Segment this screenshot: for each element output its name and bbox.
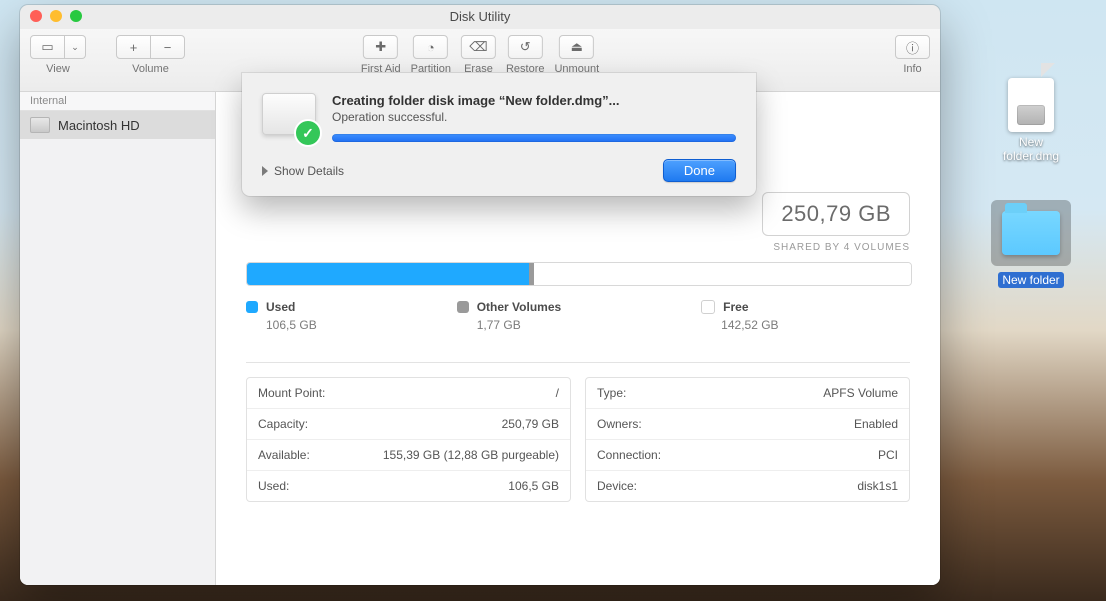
legend-value: 106,5 GB [266,318,317,332]
pie-icon: ◔ [421,38,441,56]
desktop-item-label: New folder.dmg [986,134,1076,164]
info-row: Device:disk1s1 [586,471,909,501]
toolbar-label: Info [903,63,921,75]
drive-icon: ✓ [262,93,318,143]
sidebar-section-header: Internal [20,92,215,111]
info-column-right: Type:APFS Volume Owners:Enabled Connecti… [585,377,910,502]
sidebar-item-macintosh-hd[interactable]: Macintosh HD [20,111,215,139]
sheet-subtitle: Operation successful. [332,110,736,124]
info-row: Mount Point:/ [247,378,570,409]
titlebar[interactable]: Disk Utility [20,5,940,29]
show-details-toggle[interactable]: Show Details [262,164,344,178]
legend-value: 142,52 GB [721,318,778,332]
erase-icon: ⌫ [468,38,488,56]
capacity-box: 250,79 GB [762,192,910,236]
done-button[interactable]: Done [663,159,736,182]
stethoscope-icon: ✚ [371,38,391,56]
info-row: Owners:Enabled [586,409,909,440]
close-icon[interactable] [30,10,42,22]
legend-label: Free [723,300,748,314]
legend-label: Used [266,300,295,314]
usage-segment-used [247,263,529,285]
show-details-label: Show Details [274,164,344,178]
desktop-background: New folder.dmg New folder Disk Utility ▭… [0,0,1106,601]
sidebar: Internal Macintosh HD [20,92,216,585]
info-row: Capacity:250,79 GB [247,409,570,440]
info-row: Connection:PCI [586,440,909,471]
add-volume-button[interactable]: + [116,35,151,59]
minus-icon: − [164,40,172,55]
unmount-button[interactable]: ⏏ [559,35,594,59]
minimize-icon[interactable] [50,10,62,22]
toolbar-group-volume: + − Volume [116,35,185,75]
restore-icon: ↺ [515,38,535,56]
desktop-item-dmg[interactable]: New folder.dmg [986,78,1076,164]
legend-swatch-other [457,301,469,313]
usage-bar [246,262,912,286]
usage-legend: Used 106,5 GB Other Volumes 1,77 GB Free… [246,300,910,332]
legend-label: Other Volumes [477,300,561,314]
restore-button[interactable]: ↺ [508,35,543,59]
view-mode-button[interactable]: ▭ [30,35,65,59]
maximize-icon[interactable] [70,10,82,22]
partition-button[interactable]: ◔ [413,35,448,59]
view-dropdown-button[interactable]: ⌄ [65,35,86,59]
plus-icon: + [130,40,138,55]
eject-icon: ⏏ [567,38,587,56]
sidebar-layout-icon: ▭ [38,38,58,56]
progress-sheet: ✓ Creating folder disk image “New folder… [242,73,756,196]
first-aid-button[interactable]: ✚ [363,35,398,59]
legend-swatch-used [246,301,258,313]
chevron-down-icon: ⌄ [71,42,79,53]
info-button[interactable]: ⓘ [895,35,930,59]
sidebar-item-label: Macintosh HD [58,118,140,133]
info-icon: ⓘ [903,38,923,56]
disclosure-triangle-icon [262,166,268,176]
capacity-subtitle: SHARED BY 4 VOLUMES [760,242,910,253]
desktop-item-folder[interactable]: New folder [986,200,1076,288]
progress-bar [332,134,736,142]
internal-disk-icon [30,117,50,133]
erase-button[interactable]: ⌫ [461,35,496,59]
toolbar-label: View [46,63,70,75]
remove-volume-button[interactable]: − [151,35,185,59]
toolbar-group-info: ⓘ Info [895,35,930,75]
window-title: Disk Utility [450,9,511,24]
info-row: Available:155,39 GB (12,88 GB purgeable) [247,440,570,471]
info-row: Used:106,5 GB [247,471,570,501]
legend-value: 1,77 GB [477,318,561,332]
info-column-left: Mount Point:/ Capacity:250,79 GB Availab… [246,377,571,502]
capacity-value: 250,79 GB [781,201,891,227]
usage-segment-free [534,263,911,285]
disk-utility-window: Disk Utility ▭ ⌄ View + − Volume ✚First … [20,5,940,585]
dmg-file-icon [1008,78,1054,132]
desktop-item-label: New folder [998,272,1063,288]
toolbar-group-view: ▭ ⌄ View [30,35,86,75]
legend-swatch-free [701,300,715,314]
toolbar-label: Volume [132,63,169,75]
info-row: Type:APFS Volume [586,378,909,409]
success-badge-icon: ✓ [294,119,322,147]
folder-icon [1002,211,1060,255]
sheet-title: Creating folder disk image “New folder.d… [332,93,736,108]
info-panels: Mount Point:/ Capacity:250,79 GB Availab… [246,377,910,502]
